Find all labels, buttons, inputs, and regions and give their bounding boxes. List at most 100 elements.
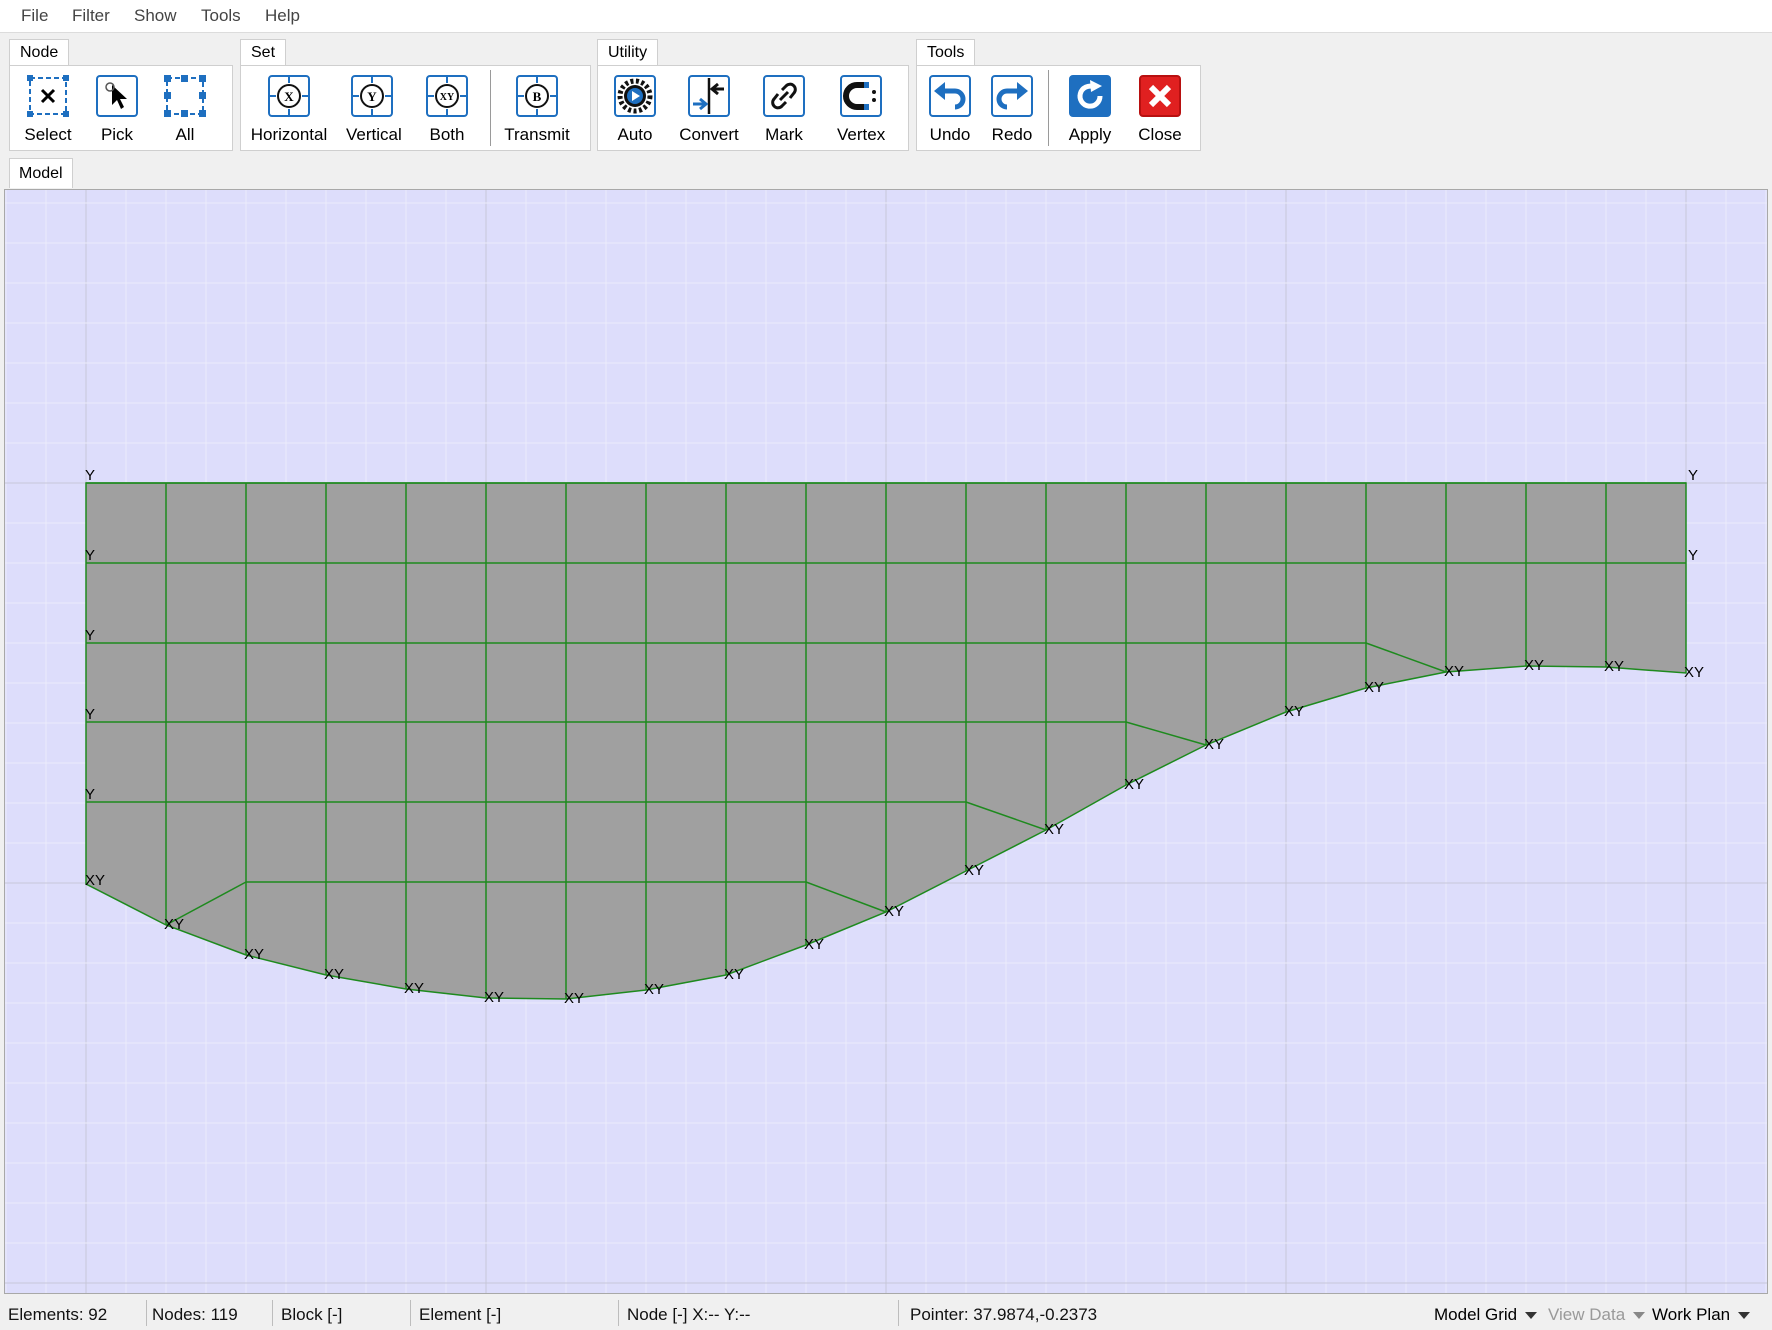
work-plan-label: Work Plan	[1652, 1305, 1731, 1324]
status-nodes: Nodes: 119	[152, 1305, 238, 1324]
horizontal-fix-icon: X	[268, 75, 310, 117]
all-button[interactable]: All	[164, 75, 206, 145]
node-fixity-label: XY	[564, 990, 584, 1007]
close-button[interactable]: Close	[1136, 75, 1184, 145]
transmit-button[interactable]: B Transmit	[503, 75, 571, 145]
icon-glyph-y: Y	[367, 89, 377, 104]
vertex-magnet-icon	[840, 75, 882, 117]
status-bar: Elements: 92 Nodes: 119 Block [-] Elemen…	[0, 1298, 1772, 1330]
node-fixity-label: XY	[85, 872, 105, 889]
menu-tools[interactable]: Tools	[201, 6, 241, 26]
horizontal-button[interactable]: X Horizontal	[248, 75, 330, 145]
status-pointer: Pointer: 37.9874,-0.2373	[910, 1305, 1098, 1324]
view-data-dropdown[interactable]: View Data	[1548, 1305, 1646, 1325]
transmit-icon: B	[516, 75, 558, 117]
close-icon	[1139, 75, 1181, 117]
model-grid-label: Model Grid	[1434, 1305, 1518, 1324]
apply-button[interactable]: Apply	[1066, 75, 1114, 145]
undo-icon	[929, 75, 971, 117]
node-fixity-label: Y	[1688, 547, 1698, 564]
group-label-set: Set	[240, 39, 287, 65]
menu-help[interactable]: Help	[265, 6, 300, 26]
node-fixity-label: XY	[724, 966, 744, 983]
both-label: Both	[429, 125, 465, 144]
node-fixity-label: Y	[1688, 467, 1698, 484]
chevron-down-icon	[1525, 1312, 1538, 1320]
link-icon	[763, 75, 805, 117]
tab-model[interactable]: Model	[9, 158, 73, 188]
convert-button[interactable]: Convert	[677, 75, 741, 145]
node-fixity-label: XY	[1684, 664, 1704, 681]
select-label: Select	[24, 125, 72, 144]
vertex-button[interactable]: Vertex	[837, 75, 885, 145]
status-node: Node [-] X:-- Y:--	[627, 1305, 751, 1324]
menu-show[interactable]: Show	[134, 6, 177, 26]
node-fixity-label: XY	[1524, 657, 1544, 674]
mesh-view[interactable]: Y Y Y Y Y Y Y XY XY XY XY XY XY XY XY XY XY XY XY XY XY XY XY X…	[5, 190, 1767, 1293]
work-plan-dropdown[interactable]: Work Plan	[1652, 1305, 1751, 1325]
node-fixity-label: Y	[85, 706, 95, 723]
transmit-label: Transmit	[504, 125, 570, 144]
chevron-down-icon	[1738, 1312, 1751, 1320]
close-label: Close	[1138, 125, 1182, 144]
apply-label: Apply	[1068, 125, 1112, 144]
redo-icon	[991, 75, 1033, 117]
vertical-label: Vertical	[346, 125, 402, 144]
convert-icon	[688, 75, 730, 117]
vertical-button[interactable]: Y Vertical	[346, 75, 402, 145]
apply-refresh-icon	[1069, 75, 1111, 117]
node-fixity-label: Y	[85, 547, 95, 564]
pick-button[interactable]: Pick	[96, 75, 138, 145]
ribbon-separator	[490, 70, 491, 146]
mark-label: Mark	[765, 125, 803, 144]
status-divider	[410, 1300, 411, 1326]
model-grid-dropdown[interactable]: Model Grid	[1434, 1305, 1538, 1325]
model-canvas[interactable]: Y Y Y Y Y Y Y XY XY XY XY XY XY XY XY XY XY XY XY XY XY XY XY X…	[4, 189, 1768, 1294]
convert-label: Convert	[679, 125, 739, 144]
node-fixity-label: XY	[1444, 663, 1464, 680]
vertex-label: Vertex	[837, 125, 886, 144]
mark-button[interactable]: Mark	[763, 75, 805, 145]
all-label: All	[175, 125, 195, 144]
select-button[interactable]: Select	[22, 75, 74, 145]
status-divider	[146, 1300, 147, 1326]
redo-button[interactable]: Redo	[991, 75, 1033, 145]
node-fixity-label: XY	[404, 980, 424, 997]
node-fixity-label: Y	[85, 467, 95, 484]
select-icon	[27, 75, 69, 117]
group-label-utility: Utility	[597, 39, 659, 65]
node-fixity-label: Y	[85, 627, 95, 644]
node-fixity-label: XY	[1284, 703, 1304, 720]
icon-glyph-xy: XY	[440, 92, 455, 103]
auto-button[interactable]: Auto	[614, 75, 656, 145]
node-fixity-label: XY	[1604, 658, 1624, 675]
both-button[interactable]: XY Both	[421, 75, 473, 145]
undo-label: Undo	[929, 125, 971, 144]
chevron-down-icon	[1633, 1312, 1646, 1320]
node-fixity-label: XY	[324, 966, 344, 983]
node-fixity-label: XY	[884, 903, 904, 920]
group-label-tools: Tools	[916, 39, 976, 65]
menu-filter[interactable]: Filter	[72, 6, 110, 26]
icon-glyph-x: X	[284, 89, 294, 104]
status-divider	[898, 1300, 899, 1326]
both-fix-icon: XY	[426, 75, 468, 117]
status-elements: Elements: 92	[8, 1305, 108, 1324]
node-fixity-label: XY	[1204, 736, 1224, 753]
node-fixity-label: XY	[484, 989, 504, 1006]
horizontal-label: Horizontal	[250, 125, 328, 144]
group-label-node: Node	[9, 39, 70, 65]
node-fixity-label: XY	[804, 936, 824, 953]
status-divider	[272, 1300, 273, 1326]
node-fixity-label: XY	[244, 946, 264, 963]
auto-gear-icon	[614, 75, 656, 117]
select-all-icon	[164, 75, 206, 117]
redo-label: Redo	[991, 125, 1033, 144]
pick-label: Pick	[100, 125, 134, 144]
node-fixity-label: Y	[85, 786, 95, 803]
menu-file[interactable]: File	[21, 6, 48, 26]
undo-button[interactable]: Undo	[929, 75, 971, 145]
status-divider	[618, 1300, 619, 1326]
icon-glyph-b: B	[533, 89, 542, 104]
menu-bar: File Filter Show Tools Help	[0, 0, 1772, 33]
